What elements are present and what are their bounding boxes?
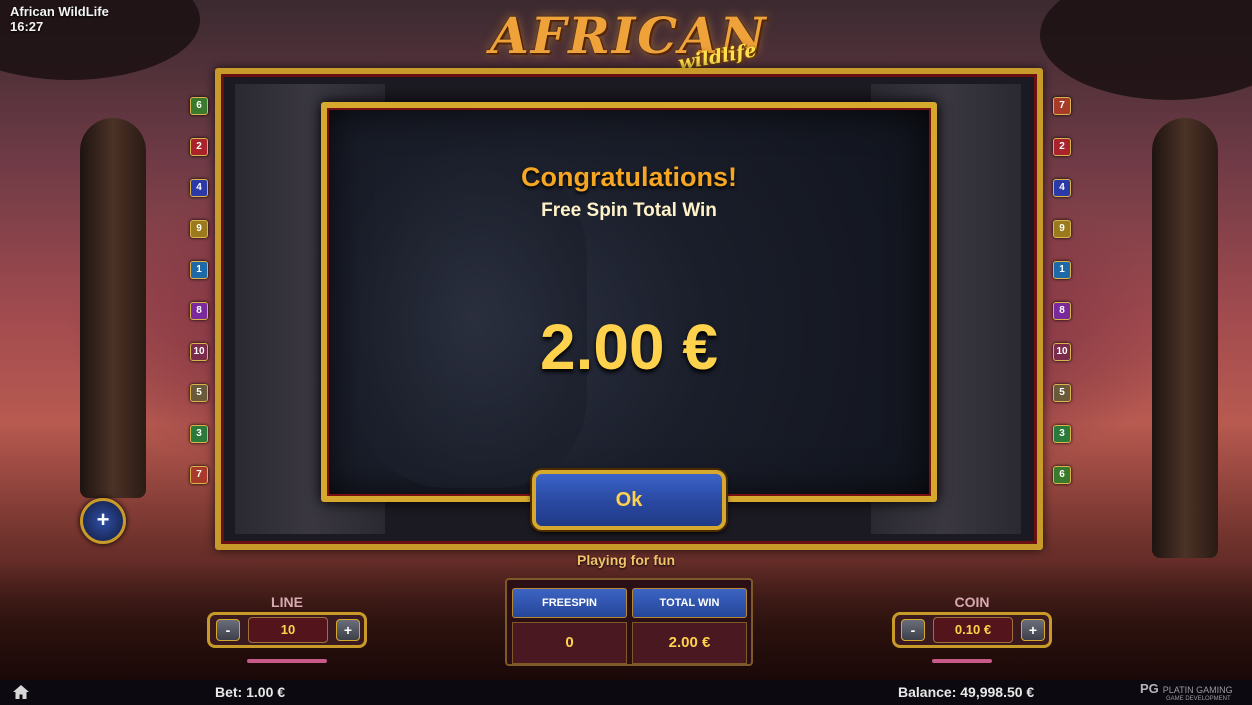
payline-marker: 4	[190, 179, 208, 197]
total-win-amount: 2.00 €	[540, 311, 718, 383]
freespin-header: FREESPIN	[512, 588, 627, 618]
win-dialog: Congratulations! Free Spin Total Win 2.0…	[321, 102, 937, 502]
payline-marker: 9	[1053, 220, 1071, 238]
total-win-header: TOTAL WIN	[632, 588, 747, 618]
game-logo: AFRICAN wildlife	[490, 6, 770, 76]
status-bar	[0, 680, 1252, 705]
payline-marker: 2	[1053, 138, 1071, 156]
payline-marker: 7	[1053, 97, 1071, 115]
home-icon[interactable]	[12, 684, 30, 700]
payline-marker: 6	[1053, 466, 1071, 484]
coin-value: 0.10 €	[933, 617, 1013, 643]
tree-right-decoration	[1040, 0, 1252, 100]
payline-marker: 8	[1053, 302, 1071, 320]
payline-marker: 8	[190, 302, 208, 320]
payline-marker: 7	[190, 466, 208, 484]
coin-label: COIN	[954, 594, 990, 610]
window-title: African WildLife 16:27	[10, 4, 109, 34]
line-label: LINE	[271, 594, 303, 610]
payline-marker: 5	[1053, 384, 1071, 402]
line-indicator-bar	[247, 659, 327, 663]
coin-minus-button[interactable]: -	[901, 619, 925, 641]
line-minus-button[interactable]: -	[216, 619, 240, 641]
payline-marker: 5	[190, 384, 208, 402]
balance-amount: Balance: 49,998.50 €	[898, 684, 1035, 700]
payline-marker: 3	[190, 425, 208, 443]
brand-name: PLATIN GAMING	[1162, 685, 1233, 695]
brand-tagline: GAME DEVELOPMENT	[1166, 696, 1231, 702]
add-plus-button[interactable]: +	[80, 498, 126, 544]
payline-marker: 9	[190, 220, 208, 238]
freespin-count: 0	[512, 622, 627, 664]
clock: 16:27	[10, 19, 44, 34]
payline-marker: 4	[1053, 179, 1071, 197]
bet-amount: Bet: 1.00 €	[215, 684, 286, 700]
dialog-heading: Congratulations!	[521, 162, 737, 192]
line-value: 10	[248, 617, 328, 643]
coin-indicator-bar	[932, 659, 992, 663]
plus-icon: +	[96, 507, 110, 532]
line-plus-button[interactable]: +	[336, 619, 360, 641]
dialog-subtitle: Free Spin Total Win	[541, 200, 717, 221]
coin-stepper: - 0.10 € +	[892, 612, 1052, 648]
ok-button[interactable]: Ok	[532, 470, 726, 530]
payline-marker: 10	[1053, 343, 1071, 361]
totem-left-decoration	[80, 118, 146, 498]
coin-plus-button[interactable]: +	[1021, 619, 1045, 641]
payline-marker: 6	[190, 97, 208, 115]
playing-for-fun-label: Playing for fun	[577, 552, 675, 568]
payline-marker: 1	[1053, 261, 1071, 279]
app-title: African WildLife	[10, 4, 109, 19]
total-win-value: 2.00 €	[632, 622, 747, 664]
line-stepper: - 10 +	[207, 612, 367, 648]
payline-marker: 1	[190, 261, 208, 279]
payline-marker: 2	[190, 138, 208, 156]
brand-logo: PG PLATIN GAMING GAME DEVELOPMENT	[1140, 681, 1233, 702]
totem-right-decoration	[1152, 118, 1218, 558]
free-spin-info-panel: FREESPIN TOTAL WIN 0 2.00 €	[505, 578, 753, 666]
payline-marker: 10	[190, 343, 208, 361]
payline-marker: 3	[1053, 425, 1071, 443]
